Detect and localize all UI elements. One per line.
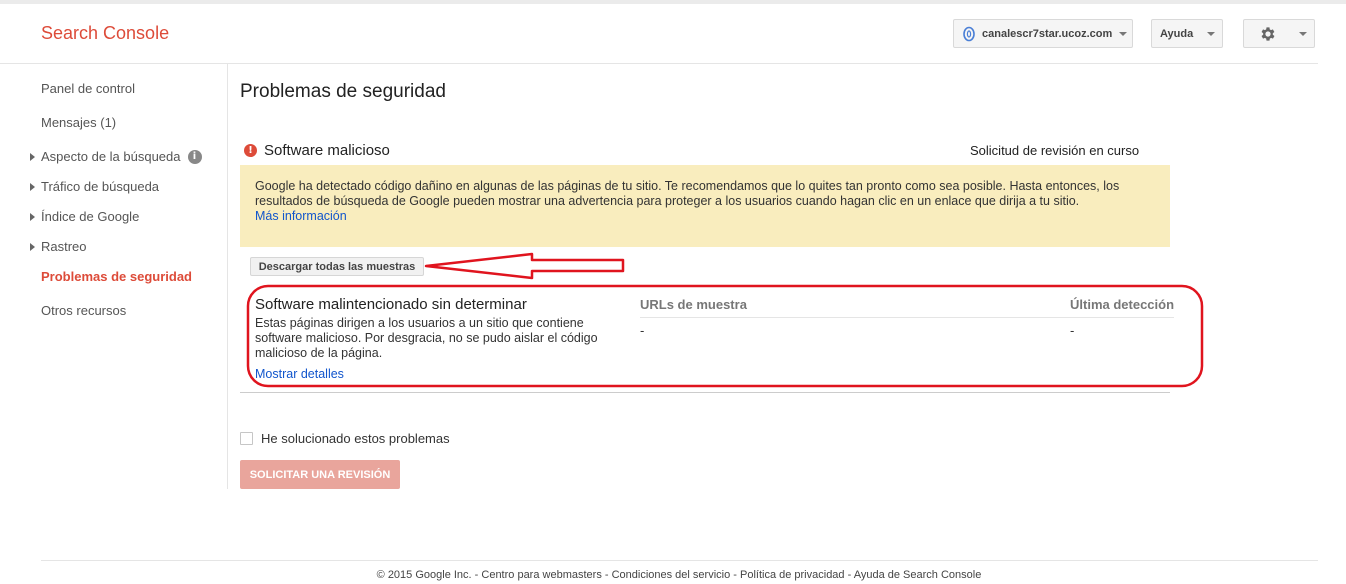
chevron-down-icon: [1299, 31, 1307, 36]
info-icon[interactable]: i: [187, 149, 202, 164]
footer-links: © 2015 Google Inc. - Centro para webmast…: [376, 569, 982, 581]
chevron-down-icon: [1207, 31, 1216, 36]
sidebar-item-label: Rastreo: [41, 239, 87, 254]
oval-annotation: [246, 284, 1204, 388]
sidebar-item-label: Problemas de seguridad: [41, 269, 192, 284]
settings-button[interactable]: [1243, 19, 1315, 48]
chevron-right-icon: [30, 213, 35, 221]
fixed-confirmation: He solucionado estos problemas: [240, 431, 450, 446]
sidebar-item-label: Aspecto de la búsqueda: [41, 149, 181, 164]
sidebar-item-search-traffic[interactable]: Tráfico de búsqueda: [30, 179, 160, 194]
footer-divider: [41, 560, 1318, 561]
app-logo[interactable]: Search Console: [41, 23, 169, 44]
gear-icon: [1261, 26, 1275, 41]
sidebar-divider: [227, 64, 228, 489]
chevron-right-icon: [30, 153, 35, 161]
sidebar-item-label: Mensajes (1): [41, 115, 117, 130]
header-divider: [0, 63, 1318, 64]
fixed-checkbox[interactable]: [240, 432, 253, 445]
sidebar-item-other-resources[interactable]: Otros recursos: [41, 303, 126, 318]
sidebar-item-search-appearance[interactable]: Aspecto de la búsqueda i: [30, 149, 202, 164]
chevron-right-icon: [30, 243, 35, 251]
issue-title: Software malicioso: [264, 142, 390, 159]
sidebar-item-crawl[interactable]: Rastreo: [30, 239, 87, 254]
page-title: Problemas de seguridad: [240, 81, 446, 102]
help-button[interactable]: Ayuda: [1151, 19, 1223, 48]
review-status: Solicitud de revisión en curso: [970, 143, 1140, 158]
help-label: Ayuda: [1160, 27, 1194, 40]
warning-box: Google ha detectado código dañino en alg…: [240, 165, 1170, 247]
section-divider: [240, 392, 1170, 393]
top-bar: [0, 0, 1346, 4]
chevron-right-icon: [30, 183, 35, 191]
warning-text: Google ha detectado código dañino en alg…: [255, 179, 1120, 208]
sidebar-item-label: Otros recursos: [41, 303, 127, 318]
error-icon: !: [244, 144, 257, 157]
site-url: canalescr7star.ucoz.com: [982, 27, 1113, 40]
sidebar-item-label: Tráfico de búsqueda: [41, 179, 160, 194]
sidebar-item-google-index[interactable]: Índice de Google: [30, 209, 140, 224]
download-samples-button[interactable]: Descargar todas las muestras: [250, 257, 424, 276]
sidebar-item-label: Panel de control: [41, 81, 135, 96]
site-globe-icon: [963, 26, 975, 41]
sidebar-item-label: Índice de Google: [41, 209, 140, 224]
sidebar-item-messages[interactable]: Mensajes (1): [41, 115, 116, 130]
more-info-link[interactable]: Más información: [255, 209, 1155, 224]
site-selector[interactable]: canalescr7star.ucoz.com: [953, 19, 1133, 48]
chevron-down-icon: [1119, 31, 1128, 36]
sidebar-item-panel[interactable]: Panel de control: [41, 81, 135, 96]
arrow-annotation: [424, 252, 625, 280]
fixed-label: He solucionado estos problemas: [261, 431, 450, 446]
sidebar-item-security-issues[interactable]: Problemas de seguridad: [41, 269, 192, 284]
request-review-button[interactable]: SOLICITAR UNA REVISIÓN: [240, 460, 400, 489]
